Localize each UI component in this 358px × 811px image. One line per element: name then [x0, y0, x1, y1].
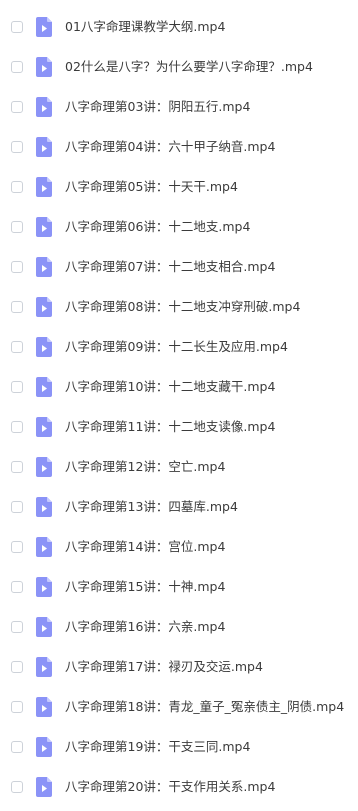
file-name: 八字命理第08讲：十二地支冲穿刑破.mp4 — [65, 299, 301, 314]
file-row[interactable]: 八字命理第03讲：阴阳五行.mp4 — [0, 87, 358, 127]
file-checkbox[interactable] — [11, 661, 23, 673]
video-file-icon — [36, 737, 52, 757]
file-list: 01八字命理课教学大纲.mp4 02什么是八字？为什么要学八字命理？.mp4 八字命… — [0, 0, 358, 811]
video-file-icon — [36, 417, 52, 437]
file-checkbox[interactable] — [11, 141, 23, 153]
video-file-icon — [36, 497, 52, 517]
file-checkbox[interactable] — [11, 461, 23, 473]
file-name: 02什么是八字？为什么要学八字命理？.mp4 — [65, 59, 313, 74]
file-checkbox[interactable] — [11, 381, 23, 393]
file-row[interactable]: 八字命理第16讲：六亲.mp4 — [0, 607, 358, 647]
file-row[interactable]: 八字命理第15讲：十神.mp4 — [0, 567, 358, 607]
file-name: 八字命理第06讲：十二地支.mp4 — [65, 219, 251, 234]
file-name: 八字命理第03讲：阴阳五行.mp4 — [65, 99, 251, 114]
file-row[interactable]: 八字命理第20讲：干支作用关系.mp4 — [0, 767, 358, 807]
file-name: 八字命理第19讲：干支三同.mp4 — [65, 739, 251, 754]
file-name: 八字命理第10讲：十二地支藏干.mp4 — [65, 379, 276, 394]
file-row[interactable]: 八字命理第13讲：四墓库.mp4 — [0, 487, 358, 527]
file-name: 01八字命理课教学大纲.mp4 — [65, 19, 226, 34]
video-file-icon — [36, 97, 52, 117]
file-name: 八字命理第05讲：十天干.mp4 — [65, 179, 238, 194]
file-checkbox[interactable] — [11, 61, 23, 73]
file-row[interactable]: 八字命理第06讲：十二地支.mp4 — [0, 207, 358, 247]
video-file-icon — [36, 617, 52, 637]
file-checkbox[interactable] — [11, 421, 23, 433]
file-row[interactable]: 01八字命理课教学大纲.mp4 — [0, 7, 358, 47]
video-file-icon — [36, 257, 52, 277]
file-checkbox[interactable] — [11, 21, 23, 33]
file-checkbox[interactable] — [11, 541, 23, 553]
file-checkbox[interactable] — [11, 621, 23, 633]
video-file-icon — [36, 297, 52, 317]
file-name: 八字命理第20讲：干支作用关系.mp4 — [65, 779, 276, 794]
file-name: 八字命理第07讲：十二地支相合.mp4 — [65, 259, 276, 274]
file-name: 八字命理第16讲：六亲.mp4 — [65, 619, 226, 634]
file-name: 八字命理第09讲：十二长生及应用.mp4 — [65, 339, 288, 354]
file-checkbox[interactable] — [11, 741, 23, 753]
video-file-icon — [36, 537, 52, 557]
video-file-icon — [36, 57, 52, 77]
file-checkbox[interactable] — [11, 701, 23, 713]
video-file-icon — [36, 137, 52, 157]
file-checkbox[interactable] — [11, 101, 23, 113]
file-checkbox[interactable] — [11, 261, 23, 273]
file-name: 八字命理第15讲：十神.mp4 — [65, 579, 226, 594]
video-file-icon — [36, 657, 52, 677]
file-row[interactable]: 八字命理第12讲：空亡.mp4 — [0, 447, 358, 487]
file-row[interactable]: 八字命理第14讲：宫位.mp4 — [0, 527, 358, 567]
video-file-icon — [36, 777, 52, 797]
file-row[interactable]: 八字命理第17讲：禄刃及交运.mp4 — [0, 647, 358, 687]
video-file-icon — [36, 697, 52, 717]
file-row[interactable]: 八字命理第19讲：干支三同.mp4 — [0, 727, 358, 767]
video-file-icon — [36, 177, 52, 197]
file-checkbox[interactable] — [11, 341, 23, 353]
video-file-icon — [36, 337, 52, 357]
file-row[interactable]: 02什么是八字？为什么要学八字命理？.mp4 — [0, 47, 358, 87]
file-row[interactable]: 八字命理第07讲：十二地支相合.mp4 — [0, 247, 358, 287]
file-row[interactable]: 八字命理第08讲：十二地支冲穿刑破.mp4 — [0, 287, 358, 327]
video-file-icon — [36, 457, 52, 477]
video-file-icon — [36, 377, 52, 397]
file-name: 八字命理第14讲：宫位.mp4 — [65, 539, 226, 554]
file-row[interactable]: 八字命理第09讲：十二长生及应用.mp4 — [0, 327, 358, 367]
file-name: 八字命理第04讲：六十甲子纳音.mp4 — [65, 139, 276, 154]
video-file-icon — [36, 577, 52, 597]
video-file-icon — [36, 17, 52, 37]
video-file-icon — [36, 217, 52, 237]
file-row[interactable]: 八字命理第18讲：青龙_童子_冤亲债主_阴债.mp4 — [0, 687, 358, 727]
file-name: 八字命理第13讲：四墓库.mp4 — [65, 499, 238, 514]
file-row[interactable]: 八字命理第11讲：十二地支读像.mp4 — [0, 407, 358, 447]
file-checkbox[interactable] — [11, 301, 23, 313]
file-checkbox[interactable] — [11, 181, 23, 193]
file-row[interactable]: 八字命理第10讲：十二地支藏干.mp4 — [0, 367, 358, 407]
file-name: 八字命理第11讲：十二地支读像.mp4 — [65, 419, 276, 434]
file-checkbox[interactable] — [11, 221, 23, 233]
file-name: 八字命理第17讲：禄刃及交运.mp4 — [65, 659, 263, 674]
file-row[interactable]: 八字命理第05讲：十天干.mp4 — [0, 167, 358, 207]
file-row[interactable]: 八字命理第04讲：六十甲子纳音.mp4 — [0, 127, 358, 167]
file-checkbox[interactable] — [11, 501, 23, 513]
file-checkbox[interactable] — [11, 581, 23, 593]
file-checkbox[interactable] — [11, 781, 23, 793]
file-name: 八字命理第18讲：青龙_童子_冤亲债主_阴债.mp4 — [65, 699, 345, 714]
file-name: 八字命理第12讲：空亡.mp4 — [65, 459, 226, 474]
